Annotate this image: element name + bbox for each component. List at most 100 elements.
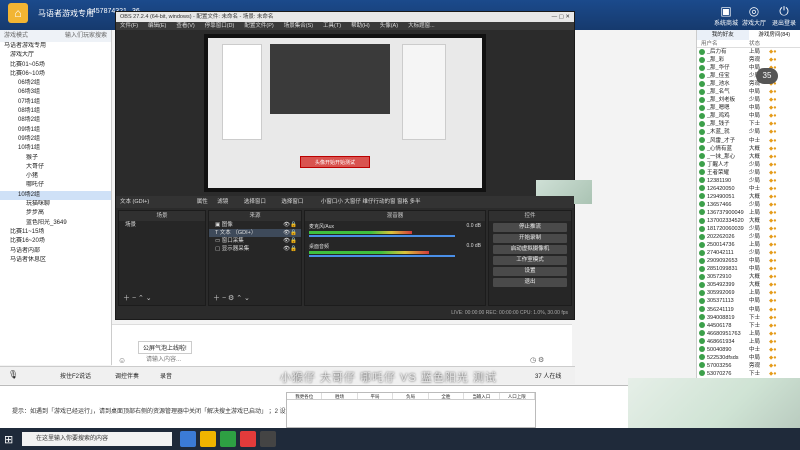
app-icon[interactable] xyxy=(240,431,256,447)
tree-item[interactable]: 比赛11~15场 xyxy=(0,228,111,237)
user-row[interactable]: 50040890 中士 ◆● xyxy=(697,346,800,354)
tree-item[interactable]: 小猪 xyxy=(0,172,111,181)
user-row[interactable]: 46680951763 上局 ◆● xyxy=(697,330,800,338)
tree-item[interactable]: 比赛01~05场 xyxy=(0,61,111,70)
tree-item[interactable]: 猴子 xyxy=(0,154,111,163)
user-row[interactable]: 305992069 上局 ◆● xyxy=(697,289,800,297)
user-row[interactable]: 12381190 少局 ◆● xyxy=(697,177,800,185)
obs-taskbar-icon[interactable] xyxy=(260,431,276,447)
source-item[interactable]: ▢ 显示器采集 👁🔒 xyxy=(209,245,301,253)
game-hall-button[interactable]: ◎ 游戏大厅 xyxy=(740,4,768,28)
user-row[interactable]: _那_鸡鸡 中局 ◆● xyxy=(697,112,800,120)
taskbar-search[interactable]: 在这里输入你要搜索的内容 xyxy=(22,432,172,446)
obs-menu-item[interactable]: 场景集合(S) xyxy=(284,23,313,29)
user-row[interactable]: 13657466 少局 ◆● xyxy=(697,201,800,209)
filters-button[interactable]: 滤镜 xyxy=(217,199,228,205)
tree-item[interactable]: 比赛16~20场 xyxy=(0,237,111,246)
user-row[interactable]: 王者荣耀 少局 ◆● xyxy=(697,169,800,177)
visibility-lock-icon[interactable]: 👁🔒 xyxy=(283,221,297,229)
user-row[interactable]: 305371113 中局 ◆● xyxy=(697,297,800,305)
music-button[interactable]: 调控伴奏 xyxy=(115,371,139,380)
tree-item[interactable]: 08场2组 xyxy=(0,116,111,125)
chat-tools-icon[interactable]: ◷ ⚙ xyxy=(530,356,544,364)
obs-menu-item[interactable]: 工具(T) xyxy=(323,23,341,29)
user-row[interactable]: 136737900049 上局 ◆● xyxy=(697,209,800,217)
user-row[interactable]: _那_彩 旁观 ◆● xyxy=(697,56,800,64)
user-row[interactable]: 129490051 大概 ◆● xyxy=(697,193,800,201)
user-row[interactable]: 522530dfsds 中局 ◆● xyxy=(697,354,800,362)
tree-item[interactable]: 蓝色阳光_3649 xyxy=(0,219,111,228)
user-row[interactable]: 2909092653 中局 ◆● xyxy=(697,257,800,265)
record-button[interactable]: 录音 xyxy=(160,371,172,380)
tree-item[interactable]: 09场1组 xyxy=(0,126,111,135)
user-row[interactable]: _那_名气 中局 ◆● xyxy=(697,88,800,96)
tree-item[interactable]: 玩猫咪聊 xyxy=(0,200,111,209)
user-row[interactable]: 126420050 中士 ◆● xyxy=(697,185,800,193)
user-row[interactable]: _那_池水 旁观 ◆● xyxy=(697,80,800,88)
explorer-icon[interactable] xyxy=(200,431,216,447)
user-row[interactable]: 394008819 下士 ◆● xyxy=(697,314,800,322)
user-row[interactable]: 53070276 下士 ◆● xyxy=(697,370,800,378)
source-item[interactable]: ▭ 窗口采集 👁🔒 xyxy=(209,237,301,245)
tree-item[interactable]: 马语者游戏专用 xyxy=(0,42,111,51)
tree-item[interactable]: 06场2组 xyxy=(0,79,111,88)
tree-item[interactable]: 步步高 xyxy=(0,209,111,218)
mic-volume-slider[interactable] xyxy=(309,235,456,237)
user-row[interactable]: _那_嗯嗯 中局 ◆● xyxy=(697,104,800,112)
tree-item[interactable]: 09场2组 xyxy=(0,135,111,144)
user-row[interactable]: 202262026 少局 ◆● xyxy=(697,233,800,241)
obs-menu-item[interactable]: 查看(V) xyxy=(176,23,194,29)
tree-item[interactable]: 游戏大厅 xyxy=(0,51,111,60)
obs-menu-item[interactable]: 编辑(E) xyxy=(148,23,166,29)
obs-menu-item[interactable]: 文件(F) xyxy=(120,23,138,29)
select-window-button[interactable]: 选择窗口 xyxy=(244,199,266,205)
user-row[interactable]: _那_钱子 下士 ◆● xyxy=(697,120,800,128)
tree-item[interactable]: 大哥仔 xyxy=(0,163,111,172)
user-row[interactable]: _木蓝_就 少局 ◆● xyxy=(697,128,800,136)
window-controls[interactable]: — ▢ ✕ xyxy=(552,12,570,22)
user-row[interactable]: 305492399 大概 ◆● xyxy=(697,281,800,289)
system-shop-button[interactable]: ▣ 系统商城 xyxy=(712,4,740,28)
user-row[interactable]: 57003256 旁观 ◆● xyxy=(697,362,800,370)
user-row[interactable]: _那_佳宝少局◆● xyxy=(697,72,800,80)
user-row[interactable]: 30572910 大概 ◆● xyxy=(697,273,800,281)
source-item[interactable]: T 文本 （GDI+） 👁🔒 xyxy=(209,229,301,237)
tree-item[interactable]: 07场1组 xyxy=(0,98,111,107)
control-button[interactable]: 停止推流 xyxy=(493,223,567,232)
home-icon[interactable]: ⌂ xyxy=(8,3,28,23)
user-row[interactable]: 2851099831 中局 ◆● xyxy=(697,265,800,273)
user-row[interactable]: 181720060039 少局 ◆● xyxy=(697,225,800,233)
visibility-lock-icon[interactable]: 👁🔒 xyxy=(283,237,297,245)
mic-icon[interactable]: 🎙 xyxy=(8,370,18,379)
user-row[interactable]: 250014736 上局 ◆● xyxy=(697,241,800,249)
taskview-icon[interactable] xyxy=(180,431,196,447)
player-search-field[interactable]: 输入们玩家搜索 xyxy=(65,30,107,42)
tree-item[interactable]: 06场3组 xyxy=(0,88,111,97)
properties-button[interactable]: 属性 xyxy=(197,199,208,205)
tab-room[interactable]: 游戏房间(84) xyxy=(748,30,800,40)
user-row[interactable]: 356241119 中局 ◆● xyxy=(697,306,800,314)
obs-preview[interactable]: 头像开始开始测试 xyxy=(204,34,486,192)
windows-start-icon[interactable]: ⊞ xyxy=(4,433,13,446)
user-row[interactable]: _那_华仔中局◆● xyxy=(697,64,800,72)
obs-menu-item[interactable]: 停靠窗口(D) xyxy=(205,23,235,29)
user-row[interactable]: _心情有蓝 大概 ◆● xyxy=(697,145,800,153)
control-button[interactable]: 开始录制 xyxy=(493,234,567,243)
user-row[interactable]: _那_刘老板 少局 ◆● xyxy=(697,96,800,104)
obs-menu-item[interactable]: 帮助(H) xyxy=(351,23,370,29)
tree-item[interactable]: 马语者休息区 xyxy=(0,256,111,265)
preview-popup[interactable]: 头像开始开始测试 xyxy=(300,156,370,168)
tree-item[interactable]: 比赛06~10场 xyxy=(0,70,111,79)
user-row[interactable]: 468661934 上局 ◆● xyxy=(697,338,800,346)
user-row[interactable]: _一抹_那心 大概 ◆● xyxy=(697,153,800,161)
tree-item[interactable]: 哪吒仔 xyxy=(0,181,111,190)
source-item[interactable]: ▣ 图像 👁🔒 xyxy=(209,221,301,229)
user-row[interactable]: 274042111 少局 ◆● xyxy=(697,249,800,257)
control-button[interactable]: 工作室模式 xyxy=(493,256,567,265)
user-row[interactable]: _后力有 上局 ◆● xyxy=(697,48,800,56)
obs-menu-item[interactable]: 配置文件(P) xyxy=(244,23,273,29)
visibility-lock-icon[interactable]: 👁🔒 xyxy=(283,245,297,253)
scene-item[interactable]: 场景 xyxy=(119,221,205,229)
obs-menu-item[interactable]: 大标题窗... xyxy=(408,23,435,29)
control-button[interactable]: 设置 xyxy=(493,267,567,276)
